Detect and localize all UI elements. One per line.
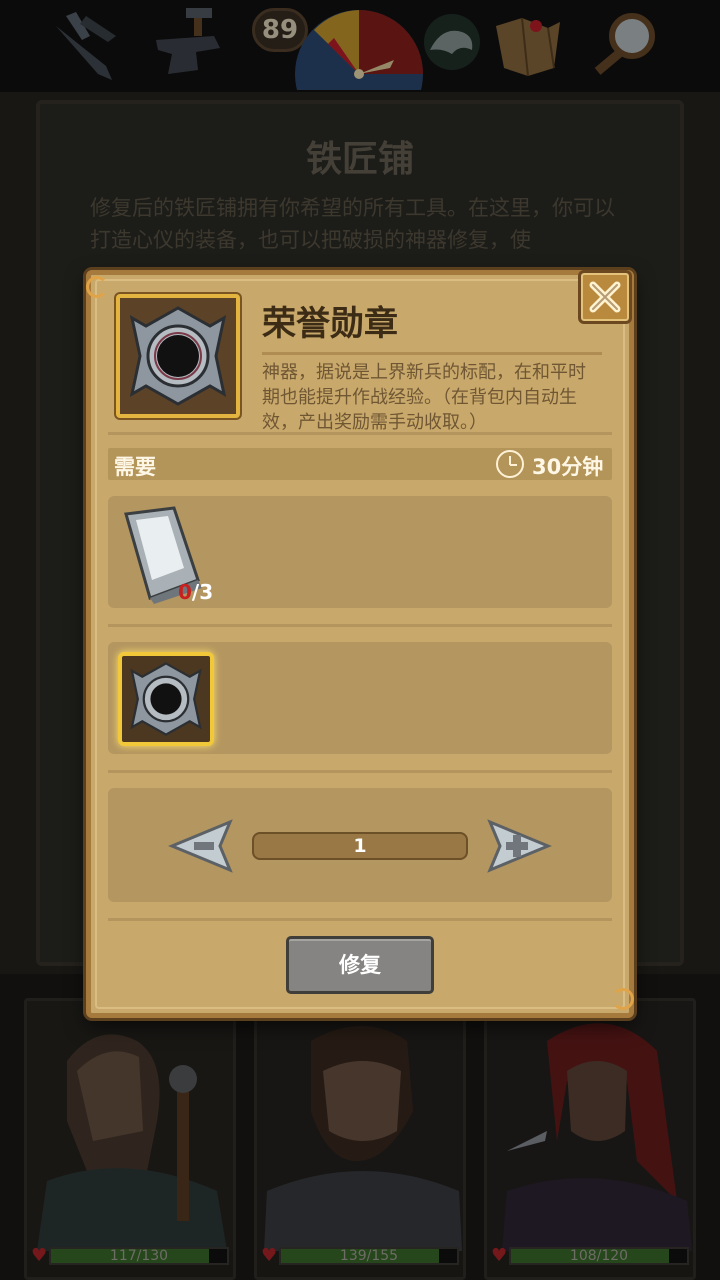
clock-icon: [496, 450, 524, 478]
item-name: 荣誉勋章: [262, 304, 398, 344]
divider: [108, 918, 612, 921]
requirement-label: 需要: [114, 455, 156, 479]
quantity-field[interactable]: 1: [252, 832, 468, 860]
divider: [108, 770, 612, 773]
item-icon-frame: [116, 294, 240, 418]
material-need: /3: [191, 580, 214, 604]
result-frame[interactable]: [118, 652, 214, 746]
time-label: 30分钟: [532, 455, 604, 479]
divider: [108, 432, 612, 435]
item-description: 神器，据说是上界新兵的标配，在和平时期也能提升作战经验。（在背包内自动生效，产出…: [262, 362, 586, 433]
repair-button[interactable]: 修复: [286, 936, 434, 994]
material-count: 0/3: [178, 580, 213, 604]
corner-ornament: [612, 988, 634, 1010]
decrease-button[interactable]: [168, 818, 234, 874]
medal-icon: [129, 306, 227, 406]
increase-button[interactable]: [486, 818, 552, 874]
minus-icon: [194, 842, 214, 850]
material-have: 0: [178, 580, 192, 604]
corner-ornament: [86, 276, 108, 298]
divider: [108, 624, 612, 627]
close-icon: [589, 281, 621, 313]
name-divider: [262, 352, 602, 355]
close-button[interactable]: [578, 270, 632, 324]
medal-icon: [130, 662, 202, 736]
